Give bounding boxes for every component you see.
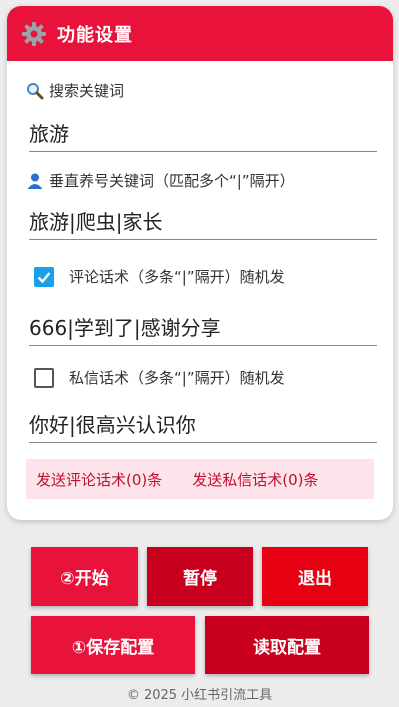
search-label-row: 搜索关键词 — [26, 80, 124, 101]
dm-checkbox[interactable] — [34, 367, 54, 388]
search-label: 搜索关键词 — [49, 82, 125, 100]
vertical-label-row: 垂直养号关键词（匹配多个“|”隔开） — [26, 170, 295, 191]
dm-count: 发送私信话术(0)条 — [192, 470, 319, 489]
card-header: 功能设置 — [7, 6, 393, 61]
vertical-label: 垂直养号关键词（匹配多个“|”隔开） — [49, 172, 295, 190]
user-icon — [26, 172, 44, 190]
comment-option[interactable]: 评论话术（多条“|”隔开）随机发 — [34, 266, 285, 287]
footer-copyright: © 2025 小红书引流工具 — [126, 688, 273, 703]
dm-input[interactable]: 你好|很高兴认识你 — [29, 407, 377, 443]
gear-icon — [21, 21, 47, 47]
comment-count: 发送评论话术(0)条 — [36, 470, 163, 489]
vertical-keywords-input[interactable]: 旅游|爬虫|家长 — [29, 204, 377, 240]
comment-checkbox[interactable] — [34, 266, 54, 287]
settings-card: 功能设置 搜索关键词 旅游 垂直养号关键词（匹配多个“|”隔开） 旅游|爬虫|家… — [7, 6, 393, 520]
dm-option[interactable]: 私信话术（多条“|”隔开）随机发 — [34, 367, 285, 388]
dm-label: 私信话术（多条“|”隔开）随机发 — [69, 369, 285, 387]
pause-button[interactable]: 暂停 — [147, 547, 253, 606]
page-title: 功能设置 — [57, 24, 133, 46]
checkmark-icon — [37, 271, 51, 283]
search-input[interactable]: 旅游 — [29, 116, 377, 152]
comment-input[interactable]: 666|学到了|感谢分享 — [29, 310, 377, 346]
comment-label: 评论话术（多条“|”隔开）随机发 — [69, 268, 285, 286]
search-icon — [26, 82, 44, 100]
start-button[interactable]: ②开始 — [31, 547, 138, 606]
load-config-button[interactable]: 读取配置 — [205, 616, 369, 674]
exit-button[interactable]: 退出 — [262, 547, 368, 606]
stats-bar: 发送评论话术(0)条 发送私信话术(0)条 — [26, 459, 374, 499]
save-config-button[interactable]: ①保存配置 — [31, 616, 195, 674]
